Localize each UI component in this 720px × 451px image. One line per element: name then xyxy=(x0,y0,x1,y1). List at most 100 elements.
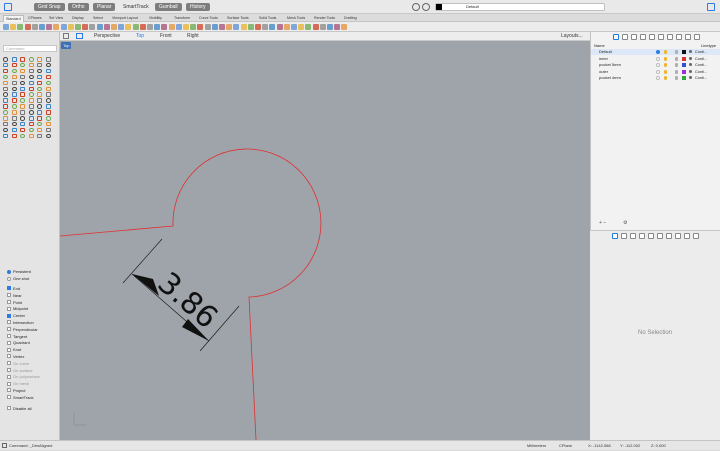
layers-tab-icon[interactable] xyxy=(613,34,619,40)
grid-snap-button[interactable]: Grid Snap xyxy=(34,3,65,11)
modeling-tool-icon[interactable] xyxy=(28,80,34,86)
tab-viewport-layout[interactable]: Viewport Layout xyxy=(110,15,140,22)
current-layer-check-icon[interactable] xyxy=(656,69,660,74)
display-tab-icon[interactable] xyxy=(630,233,636,239)
toolbar-tool-icon[interactable] xyxy=(334,24,341,30)
layer-color-swatch[interactable] xyxy=(682,50,686,54)
modeling-tool-icon[interactable] xyxy=(37,98,42,103)
toolbar-tool-icon[interactable] xyxy=(139,24,146,30)
tab-top[interactable]: Top xyxy=(136,32,144,41)
layers-tab-icon[interactable] xyxy=(612,233,618,239)
toolbar-tool-icon[interactable] xyxy=(10,24,17,30)
modeling-tool-icon[interactable] xyxy=(20,57,25,62)
layer-linetype[interactable]: Conti... xyxy=(695,75,707,81)
layers-header-name[interactable]: Name xyxy=(594,43,605,48)
tab-curve-tools[interactable]: Curve Tools xyxy=(197,15,220,22)
layer-color-swatch[interactable] xyxy=(682,69,686,74)
osnap-smarttrack[interactable]: SmartTrack xyxy=(7,394,34,401)
materials-tab-icon[interactable] xyxy=(639,233,645,239)
modeling-tool-icon[interactable] xyxy=(11,92,17,97)
modeling-tool-icon[interactable] xyxy=(11,127,17,133)
modeling-tool-icon[interactable] xyxy=(3,98,8,103)
toolbar-tool-icon[interactable] xyxy=(204,24,211,30)
tab-visibility[interactable]: Visibility xyxy=(147,15,164,22)
toolbar-tool-icon[interactable] xyxy=(3,24,9,30)
modeling-tool-icon[interactable] xyxy=(20,110,25,115)
lights-tab-icon[interactable] xyxy=(657,233,663,239)
toolbar-tool-icon[interactable] xyxy=(233,24,240,30)
lights-tab-icon[interactable] xyxy=(658,34,664,40)
planar-button[interactable]: Planar xyxy=(93,3,116,11)
named-views-tab-icon[interactable] xyxy=(676,34,682,40)
modeling-tool-icon[interactable] xyxy=(20,92,25,97)
layer-name[interactable]: Default xyxy=(599,49,612,55)
help-tab-icon[interactable] xyxy=(684,233,690,239)
sidebar-toggle-icon[interactable] xyxy=(4,3,12,11)
layer-settings-icon[interactable]: ⚙ xyxy=(623,220,627,226)
modeling-tool-icon[interactable] xyxy=(20,127,25,133)
history-button[interactable]: History xyxy=(186,3,210,11)
modeling-tool-icon[interactable] xyxy=(3,133,8,139)
tab-transform[interactable]: Transform xyxy=(172,15,192,22)
modeling-tool-icon[interactable] xyxy=(11,74,17,80)
modeling-tool-icon[interactable] xyxy=(28,74,34,80)
modeling-tool-icon[interactable] xyxy=(11,80,17,86)
modeling-tool-icon[interactable] xyxy=(11,86,17,92)
layer-lock-icon[interactable] xyxy=(675,69,678,74)
toolbar-tool-icon[interactable] xyxy=(125,24,132,30)
modeling-tool-icon[interactable] xyxy=(45,74,51,80)
modeling-tool-icon[interactable] xyxy=(3,116,8,121)
layer-visible-icon[interactable] xyxy=(664,76,667,81)
tab-solid-tools[interactable]: Solid Tools xyxy=(257,15,278,22)
toolbar-tool-icon[interactable] xyxy=(211,24,218,30)
panel-toggle-icon[interactable] xyxy=(707,3,715,11)
toolbar-tool-icon[interactable] xyxy=(75,24,81,30)
toolbar-tool-icon[interactable] xyxy=(118,24,125,30)
current-layer-check-icon[interactable] xyxy=(656,76,660,81)
toolbar-tool-icon[interactable] xyxy=(190,24,197,30)
smarttrack-button[interactable]: SmartTrack xyxy=(119,3,153,11)
modeling-tool-icon[interactable] xyxy=(11,62,17,68)
modeling-tool-icon[interactable] xyxy=(20,116,25,121)
toolbar-tool-icon[interactable] xyxy=(175,24,182,30)
toolbar-tool-icon[interactable] xyxy=(197,24,204,30)
modeling-tool-icon[interactable] xyxy=(3,121,8,127)
layer-row[interactable]: pocket 4mm Conti... xyxy=(591,75,720,81)
toolbar-tool-icon[interactable] xyxy=(255,24,261,30)
layer-lock-icon[interactable] xyxy=(675,76,678,81)
modeling-tool-icon[interactable] xyxy=(3,110,8,115)
render-tab-icon[interactable] xyxy=(648,233,654,239)
toolbar-tool-icon[interactable] xyxy=(341,24,348,30)
add-layer-button[interactable]: + – xyxy=(599,220,606,226)
modeling-tool-icon[interactable] xyxy=(3,68,8,74)
modeling-tool-icon[interactable] xyxy=(28,92,34,97)
layer-visible-icon[interactable] xyxy=(664,63,667,68)
layer-row[interactable]: Default Conti... xyxy=(591,49,720,55)
toolbar-tool-icon[interactable] xyxy=(240,24,247,30)
modeling-tool-icon[interactable] xyxy=(11,104,17,109)
layer-lock-icon[interactable] xyxy=(675,56,678,61)
layouts-button[interactable]: Layouts... xyxy=(561,32,583,41)
modeling-tool-icon[interactable] xyxy=(37,62,42,68)
layer-lock-icon[interactable] xyxy=(675,50,678,54)
toolbar-tool-icon[interactable] xyxy=(168,24,175,30)
toolbar-tool-icon[interactable] xyxy=(132,24,139,30)
toolbar-tool-icon[interactable] xyxy=(89,24,96,30)
layer-name[interactable]: inner xyxy=(599,56,608,62)
modeling-tool-icon[interactable] xyxy=(3,80,8,86)
toolbar-tool-icon[interactable] xyxy=(82,24,89,30)
modeling-tool-icon[interactable] xyxy=(3,104,8,109)
layer-linetype[interactable]: Conti... xyxy=(695,49,707,55)
notes-tab-icon[interactable] xyxy=(667,34,673,40)
modeling-tool-icon[interactable] xyxy=(37,110,42,115)
modeling-tool-icon[interactable] xyxy=(37,74,42,80)
modeling-tool-icon[interactable] xyxy=(37,116,42,121)
modeling-tool-icon[interactable] xyxy=(20,98,25,103)
modeling-tool-icon[interactable] xyxy=(28,110,34,115)
named-views-tab-icon[interactable] xyxy=(675,233,681,239)
properties-tab-icon[interactable] xyxy=(621,233,627,239)
modeling-tool-icon[interactable] xyxy=(45,133,51,139)
modeling-tool-icon[interactable] xyxy=(45,110,51,115)
modeling-tool-icon[interactable] xyxy=(11,110,17,115)
current-layer-check-icon[interactable] xyxy=(656,50,660,54)
